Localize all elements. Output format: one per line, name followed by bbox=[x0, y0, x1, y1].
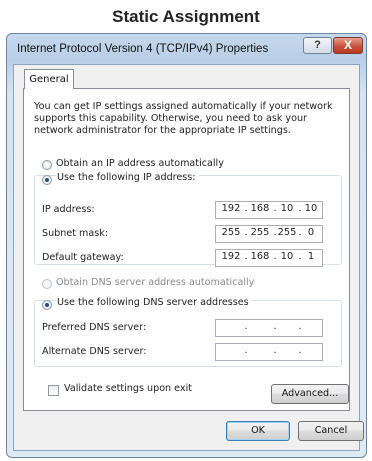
obtain-ip-auto-label: Obtain an IP address automatically bbox=[56, 158, 224, 169]
cancel-button[interactable]: Cancel bbox=[298, 421, 364, 441]
close-button[interactable]: X bbox=[333, 37, 363, 54]
use-following-ip-label: Use the following IP address: bbox=[56, 172, 199, 183]
tab-general[interactable]: General bbox=[24, 69, 74, 89]
ip-address-label: IP address: bbox=[42, 204, 95, 215]
ok-button[interactable]: OK bbox=[226, 421, 290, 441]
subnet-mask-input[interactable]: 255 . 255 . 255 . 0 bbox=[215, 225, 323, 243]
dns-server-group: Use the following DNS server addresses P… bbox=[34, 297, 342, 367]
help-button[interactable]: ? bbox=[303, 37, 332, 54]
default-gateway-label: Default gateway: bbox=[42, 252, 124, 263]
page-heading: Static Assignment bbox=[112, 7, 260, 26]
obtain-ip-auto-radio[interactable] bbox=[42, 160, 52, 170]
preferred-dns-input[interactable]: . . . bbox=[215, 319, 323, 337]
alternate-dns-input[interactable]: . . . bbox=[215, 343, 323, 361]
dialog-client-area: General You can get IP settings assigned… bbox=[13, 64, 364, 451]
obtain-dns-auto-label: Obtain DNS server address automatically bbox=[56, 277, 255, 288]
use-following-ip-radio[interactable] bbox=[42, 175, 52, 185]
default-gateway-input[interactable]: 192 . 168 . 10 . 1 bbox=[215, 249, 323, 267]
validate-settings-checkbox[interactable] bbox=[48, 385, 59, 396]
alternate-dns-label: Alternate DNS server: bbox=[42, 346, 147, 357]
general-tab-panel: You can get IP settings assigned automat… bbox=[23, 88, 350, 411]
preferred-dns-label: Preferred DNS server: bbox=[42, 322, 147, 333]
ip-address-group: Use the following IP address: IP address… bbox=[34, 172, 342, 267]
use-following-dns-label: Use the following DNS server addresses bbox=[56, 297, 252, 308]
ipv4-properties-dialog: Internet Protocol Version 4 (TCP/IPv4) P… bbox=[6, 33, 367, 458]
help-icon: ? bbox=[314, 39, 321, 51]
intro-text: You can get IP settings assigned automat… bbox=[34, 101, 333, 136]
use-following-dns-radio[interactable] bbox=[42, 300, 52, 310]
validate-settings-label: Validate settings upon exit bbox=[64, 383, 193, 394]
advanced-button[interactable]: Advanced... bbox=[271, 384, 349, 404]
obtain-dns-auto-radio[interactable] bbox=[42, 279, 52, 289]
ip-address-input[interactable]: 192 . 168 . 10 . 10 bbox=[215, 201, 323, 219]
window-title: Internet Protocol Version 4 (TCP/IPv4) P… bbox=[17, 43, 269, 55]
subnet-mask-label: Subnet mask: bbox=[42, 228, 109, 239]
close-icon: X bbox=[343, 38, 352, 52]
